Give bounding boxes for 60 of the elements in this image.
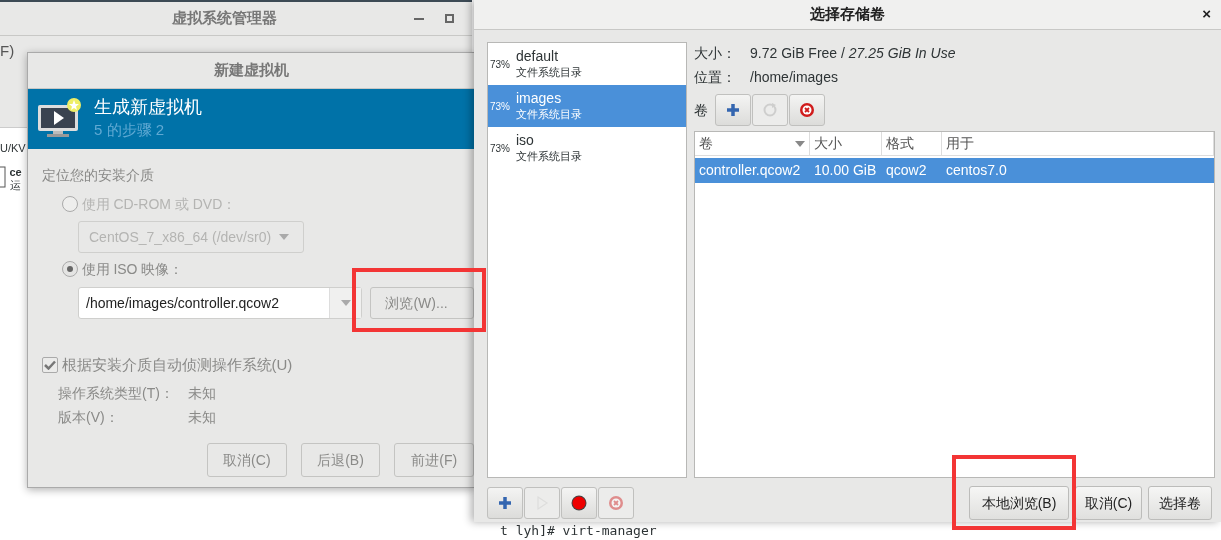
- location-label: 位置：: [694, 67, 737, 87]
- pool-type: 文件系统目录: [516, 64, 582, 79]
- table-cell-text: 10.00 GiB: [813, 161, 878, 180]
- radio-label: 使用 ISO 映像：: [81, 260, 184, 279]
- usage-label: 73%: [490, 99, 511, 114]
- pool-name: images: [516, 91, 563, 107]
- section-heading: 定位您的安装介质: [42, 166, 155, 185]
- maximize-icon[interactable]: [445, 14, 454, 23]
- tool-button[interactable]: [561, 487, 597, 519]
- refresh-icon: [762, 102, 778, 118]
- dialog-title: 选择存储卷: [810, 4, 885, 25]
- table-cell-text: controller.qcow2: [698, 161, 802, 180]
- column-header[interactable]: 格式: [882, 132, 942, 156]
- connection-label: U/KV: [0, 141, 27, 156]
- header-title: 生成新虚拟机: [94, 96, 202, 119]
- tool-button[interactable]: [789, 94, 825, 126]
- caret-icon: [279, 234, 290, 240]
- field-label: 版本(V)：: [58, 408, 120, 427]
- vm-status: 运: [9, 179, 22, 193]
- volumes-label: 卷: [694, 100, 708, 120]
- usage-label: 73%: [490, 141, 511, 156]
- field-value: 未知: [188, 408, 216, 427]
- dialog-button[interactable]: 取消(C): [1075, 486, 1142, 520]
- tool-button[interactable]: [715, 94, 751, 126]
- location-value: /home/images: [750, 67, 838, 87]
- sort-icon: [795, 140, 805, 147]
- caret-icon: [340, 300, 351, 306]
- vm-name[interactable]: ce: [9, 166, 22, 180]
- pool-name: default: [516, 49, 560, 65]
- field-value: 未知: [188, 384, 216, 403]
- table-cell-text: qcow2: [885, 161, 928, 180]
- column-header[interactable]: 卷: [695, 132, 810, 156]
- add-icon: [497, 495, 513, 511]
- stop-icon: [571, 495, 587, 511]
- delete-icon: [799, 102, 815, 118]
- table-cell-text: centos7.0: [945, 161, 1008, 180]
- window-title: 虚拟系统管理器: [172, 8, 277, 29]
- checkbox[interactable]: [42, 357, 58, 373]
- terminal-text: t lyh]# virt-manager: [500, 523, 657, 539]
- step-label: 5 的步骤 2: [94, 119, 166, 140]
- combo-field[interactable]: /home/images/controller.qcow2: [78, 287, 363, 319]
- radio-button[interactable]: [62, 261, 78, 277]
- pool-name: iso: [516, 133, 535, 149]
- column-header[interactable]: 大小: [810, 132, 882, 156]
- add-icon: [725, 102, 741, 118]
- size-label: 大小：: [694, 43, 737, 63]
- close-icon[interactable]: ×: [1202, 4, 1211, 24]
- column-header[interactable]: 用于: [942, 132, 1214, 156]
- tool-button[interactable]: [487, 487, 523, 519]
- size-value: 9.72 GiB Free / 27.25 GiB In Use: [750, 43, 956, 63]
- delete-icon: [608, 495, 624, 511]
- field-label: 操作系统类型(T)：: [58, 384, 175, 403]
- usage-label: 73%: [490, 57, 511, 72]
- menu-item[interactable]: F): [0, 42, 15, 59]
- dialog-button[interactable]: 本地浏览(B): [969, 486, 1069, 520]
- pool-type: 文件系统目录: [516, 106, 582, 121]
- pool-type: 文件系统目录: [516, 148, 582, 163]
- dialog-title: 新建虚拟机: [213, 60, 289, 81]
- checkbox-label: 根据安装介质自动侦测操作系统(U): [61, 355, 293, 375]
- dialog-button[interactable]: 选择卷: [1148, 486, 1212, 520]
